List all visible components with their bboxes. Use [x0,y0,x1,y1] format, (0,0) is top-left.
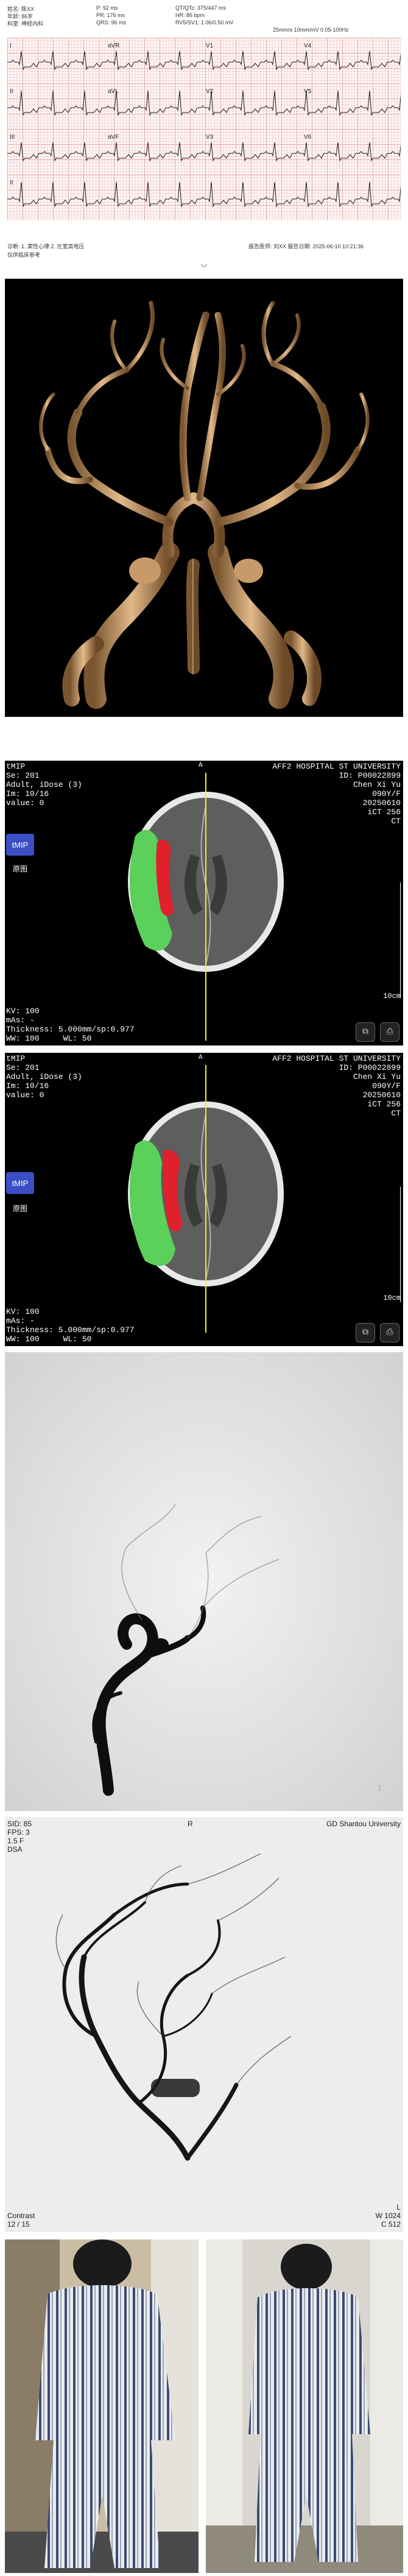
ecg-trace-row-1 [7,90,401,116]
ct2-top-left-info: tMIP Se: 201 Adult, iDose (3) Im: 10/16 valu… [6,1054,82,1100]
ecg-lead-label: V4 [304,43,312,49]
ct2-original-button[interactable]: 原图 [6,1199,34,1217]
ct2-mode: tMIP [6,1054,26,1063]
dsa2-bottom-left-info: Contrast 12 / 15 [7,2211,35,2229]
ct2-window: WW: 100 WL: 50 [6,1335,92,1344]
dsa-panel-1: ⋮ [5,1352,403,1811]
ecg-lead-label: aVR [108,43,119,49]
ct1-patient-id: ID: P00022899 [339,771,401,780]
angio-3d-panel [5,279,403,717]
ct1-thickness: Thickness: 5.000mm/sp:0.977 [6,1025,135,1034]
ct1-top-left-info: tMIP Se: 201 Adult, iDose (3) Im: 10/16 valu… [6,762,82,808]
ecg-lead-label: II [10,180,13,186]
patient-back-photo-2 [206,2239,403,2573]
ct-perfusion-panel-1: tMIP Se: 201 Adult, iDose (3) Im: 10/16 valu… [5,761,403,1045]
ct2-hospital: AFF2 HOSPITAL ST UNIVERSITY [272,1054,401,1063]
patient-walking-photos [5,2239,403,2573]
ecg-lead-label: II [10,88,13,95]
ct1-ma: mAs: - [6,1016,35,1025]
cerebral-vessel-3d-render [39,301,370,709]
ecg-header-qt: QT/QTc: 375/447 ms [175,5,227,11]
copy-icon[interactable]: ⧉ [356,1022,375,1042]
ecg-lead-label: V1 [206,43,214,49]
ct2-scale-bar [376,1187,401,1302]
ct1-orientation-top: A [199,762,203,769]
ecg-panel: 姓名: 陈XX 年龄: 86岁 科室: 神经内科 P: 92 ms PR: 17… [5,4,403,271]
ecg-traces: IIIIIIaVRaVLaVFV1V2V3V4V5V6II [7,43,401,208]
ct1-kv: KV: 100 [6,1007,40,1016]
ct2-image-number: Im: 10/16 [6,1081,49,1091]
ct2-orientation-top: A [199,1054,203,1061]
ct2-tmip-button[interactable]: tMIP [6,1172,34,1194]
ecg-trace-row-0 [7,51,401,71]
ct2-scale-label: 10cm [383,1294,401,1302]
ecg-header-p: P: 92 ms [96,5,118,11]
ecg-lead-label: III [10,134,15,141]
ct2-patient-name: Chen Xi Yu [353,1072,401,1081]
dsa2-top-left-info: SID: 85 FPS: 3 1.5 F DSA [7,1820,32,1854]
ct2-toolbar: ⧉ ⎙ [356,1323,399,1342]
print-icon[interactable]: ⎙ [380,1022,399,1042]
ct2-series: Se: 201 [6,1063,40,1072]
ct2-patient-id: ID: P00022899 [339,1063,401,1072]
ecg-header-qrs: QRS: 96 ms [96,19,127,26]
ct-perfusion-panel-2: tMIP Se: 201 Adult, iDose (3) Im: 10/16 valu… [5,1053,403,1346]
ecg-header-hr: HR: 86 bpm [175,12,205,18]
ecg-note: 仅供临床参考 [7,252,41,258]
ct1-tmip-button[interactable]: tMIP [6,834,34,856]
dsa2-top-right-info: GD Shantou University [326,1820,401,1828]
ecg-report-info: 报告医师: 刘XX 报告日期: 2025-06-10 10:21:36 [248,243,364,250]
ct1-hospital: AFF2 HOSPITAL ST UNIVERSITY [272,762,401,771]
ct1-image-number: Im: 10/16 [6,789,49,798]
ecg-header-rv5: RV5/SV1: 1.06/0.50 mV [175,19,234,26]
ct1-patient-type: Adult, iDose (3) [6,780,82,789]
ct1-scale-label: 10cm [383,992,401,1000]
ecg-trace-row-3 [7,181,401,208]
ct1-series: Se: 201 [6,771,40,780]
page-marker-icon: ◡ [201,259,208,268]
ct1-scale-bar [376,882,401,998]
ct2-age-sex: 090Y/F [372,1081,401,1091]
ct1-window: WW: 100 WL: 50 [6,1034,92,1043]
dsa1-angiogram: ⋮ [5,1352,403,1811]
ct1-original-button[interactable]: 原图 [6,859,34,878]
ct1-value: value: 0 [6,798,44,808]
ecg-trace-row-2 [7,142,401,162]
print-icon[interactable]: ⎙ [380,1323,399,1342]
copy-icon[interactable]: ⧉ [356,1323,375,1342]
ct1-toolbar: ⧉ ⎙ [356,1022,399,1042]
dsa2-orientation: R [188,1820,193,1828]
ecg-lead-label: aVF [108,134,119,141]
ecg-lead-label: aVL [108,88,119,95]
patient-back-photo-1 [5,2239,199,2573]
ct1-mode: tMIP [6,762,26,771]
ecg-lead-label: I [10,43,12,49]
ecg-header: 姓名: 陈XX 年龄: 86岁 科室: 神经内科 P: 92 ms PR: 17… [5,4,403,37]
ecg-diagnosis: 诊断: 1. 窦性心律 2. 左室高电压 [7,243,85,250]
dsa1-corner-label-1: ⋮ [376,1785,383,1792]
dsa2-angiogram [5,1817,403,2232]
ecg-lead-label: V2 [206,88,214,95]
photo-before [5,2239,199,2573]
dsa2-bottom-right-info: L W 1024 C 512 [375,2203,401,2229]
photo-after [206,2239,403,2573]
ecg-lead-label: V6 [304,134,312,141]
ct2-patient-type: Adult, iDose (3) [6,1072,82,1081]
ecg-lead-label: V5 [304,88,312,95]
ct2-ma: mAs: - [6,1316,35,1325]
ct2-bottom-left-info: KV: 100 mAs: - Thickness: 5.000mm/sp:0.977… [6,1307,135,1344]
dsa-panel-2: SID: 85 FPS: 3 1.5 F DSA R GD Shantou Un… [5,1817,403,2232]
ecg-header-settings: 25mm/s 10mm/mV 0.05-100Hz [273,27,349,33]
ct2-thickness: Thickness: 5.000mm/sp:0.977 [6,1325,135,1335]
ct2-kv: KV: 100 [6,1307,40,1316]
ecg-header-pr: PR: 176 ms [96,12,125,18]
ct1-midline [205,773,206,1041]
ct2-midline [205,1065,206,1333]
ct2-value: value: 0 [6,1091,44,1100]
ecg-header-dept: 科室: 神经内科 [7,21,44,27]
ecg-lead-label: V3 [206,134,214,141]
ct1-bottom-left-info: KV: 100 mAs: - Thickness: 5.000mm/sp:0.977… [6,1007,135,1043]
